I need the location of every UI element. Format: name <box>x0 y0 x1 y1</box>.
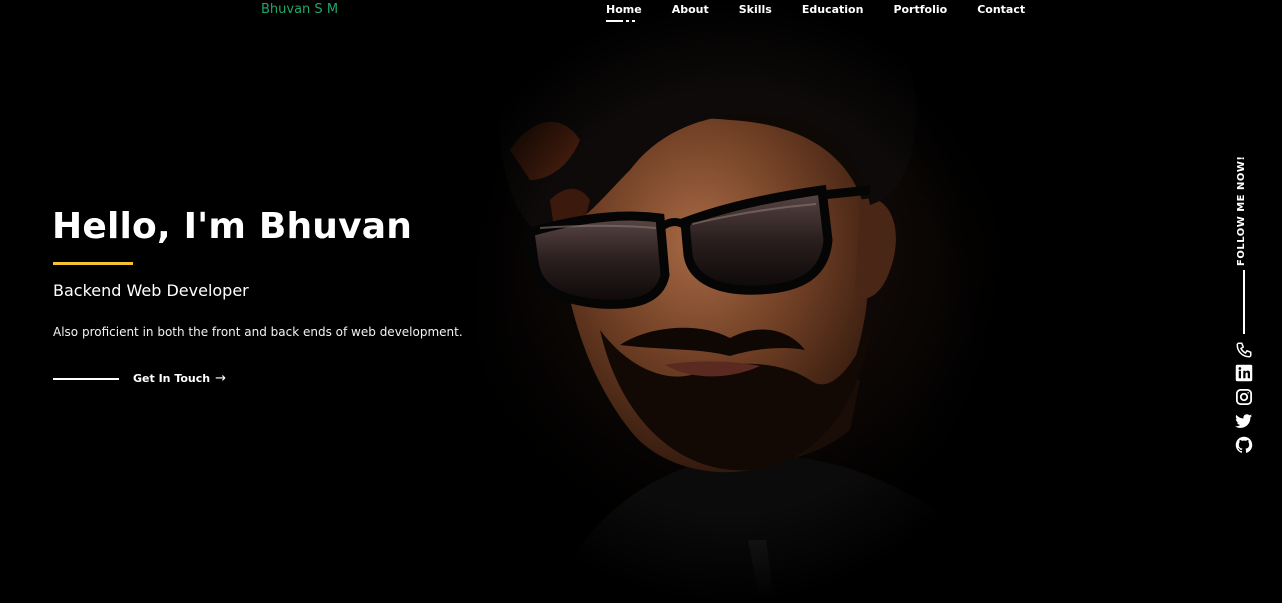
nav-contact[interactable]: Contact <box>977 3 1025 22</box>
cta-label: Get In Touch <box>133 372 211 385</box>
portfolio-page: Bhuvan S M Home About Skills Education P… <box>0 0 1282 603</box>
twitter-icon[interactable] <box>1235 412 1253 430</box>
hero-description: Also proficient in both the front and ba… <box>53 325 463 339</box>
nav-home[interactable]: Home <box>606 3 642 22</box>
nav-about[interactable]: About <box>672 3 709 22</box>
follow-divider <box>1243 270 1245 334</box>
brand-logo[interactable]: Bhuvan S M <box>261 2 338 17</box>
nav-education[interactable]: Education <box>802 3 864 22</box>
nav-portfolio[interactable]: Portfolio <box>893 3 947 22</box>
cta-line <box>53 377 119 380</box>
main-nav: Home About Skills Education Portfolio Co… <box>606 3 1025 22</box>
get-in-touch-button[interactable]: Get In Touch → <box>53 371 226 386</box>
phone-icon[interactable] <box>1235 341 1253 359</box>
linkedin-icon[interactable] <box>1235 364 1253 382</box>
hero-title: Hello, I'm Bhuvan <box>52 206 413 247</box>
github-icon[interactable] <box>1235 436 1253 454</box>
arrow-right-icon: → <box>215 371 227 386</box>
nav-skills[interactable]: Skills <box>739 3 772 22</box>
title-underline <box>53 262 133 265</box>
instagram-icon[interactable] <box>1235 388 1253 406</box>
follow-heading: FOLLOW ME NOW! <box>1236 155 1247 266</box>
hero-role: Backend Web Developer <box>53 281 249 300</box>
profile-photo <box>430 0 1030 603</box>
